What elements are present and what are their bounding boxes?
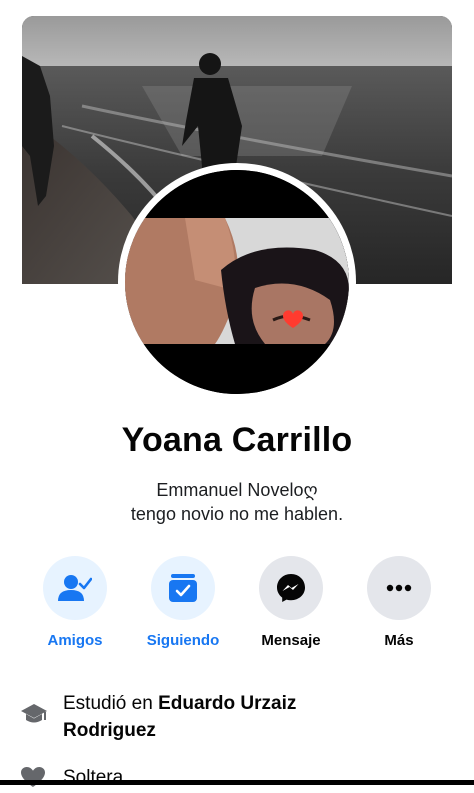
message-button-label: Mensaje — [261, 632, 321, 649]
more-button-label: Más — [384, 632, 414, 649]
friends-button[interactable]: Amigos — [30, 556, 120, 649]
avatar[interactable] — [125, 170, 349, 394]
message-button[interactable]: Mensaje — [246, 556, 336, 649]
friends-button-circle[interactable] — [43, 556, 107, 620]
profile-name: Yoana Carrillo — [121, 421, 353, 459]
education-school-line2: Rodriguez — [63, 720, 156, 741]
profile-actions: Amigos Siguiendo Mensaje Más — [0, 556, 474, 656]
avatar-image — [125, 170, 349, 394]
following-button[interactable]: Siguiendo — [138, 556, 228, 649]
more-button-circle[interactable] — [367, 556, 431, 620]
friends-button-label: Amigos — [47, 632, 103, 649]
more-dots-icon — [386, 584, 412, 592]
friends-check-icon — [58, 575, 92, 601]
education-school-line1: Eduardo Urzaiz — [158, 693, 297, 714]
more-button[interactable]: Más — [354, 556, 444, 649]
bio-line-1: Emmanuel Noveloღ — [156, 480, 318, 500]
profile-bio: Emmanuel Noveloღ tengo novio no me hable… — [0, 478, 474, 526]
following-button-label: Siguiendo — [146, 632, 220, 649]
education-text: Estudió en Eduardo Urzaiz Rodriguez — [63, 690, 443, 744]
messenger-icon — [277, 574, 305, 602]
following-button-circle[interactable] — [151, 556, 215, 620]
relationship-text: Soltera — [63, 767, 124, 788]
graduation-cap-icon — [20, 702, 48, 731]
following-inbox-icon — [169, 574, 197, 602]
education-prefix: Estudió en — [63, 693, 159, 714]
bio-line-2: tengo novio no me hablen. — [130, 504, 344, 524]
message-button-circle[interactable] — [259, 556, 323, 620]
screen-bottom-edge — [0, 780, 474, 785]
